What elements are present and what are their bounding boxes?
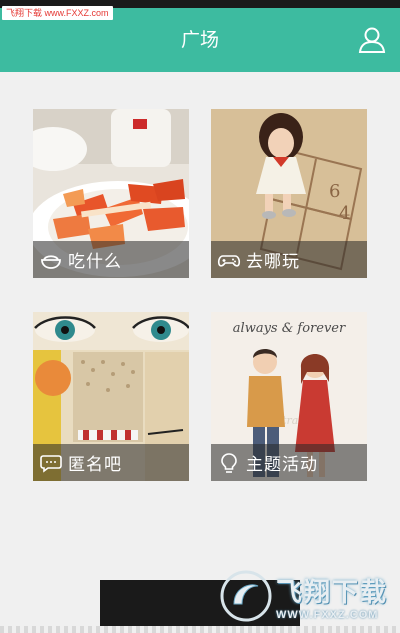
tile-label: 匿名吧: [68, 455, 122, 475]
tile-eat[interactable]: 吃什么: [33, 109, 189, 278]
watermark-brand-text: 飞翔下载: [276, 577, 389, 608]
tile-caption: 匿名吧: [33, 444, 189, 481]
svg-text:4: 4: [339, 203, 350, 224]
chat-bubble-icon: [40, 454, 62, 473]
tile-label: 去哪玩: [246, 252, 300, 272]
art-caption-forever: always & forever: [233, 321, 346, 336]
tile-caption: 去哪玩: [211, 241, 367, 278]
watermark-brand: 飞翔下载 WWW.FXXZ.COM: [220, 568, 392, 624]
watermark-url: WWW.FXXZ.COM: [276, 608, 379, 621]
gamepad-icon: [217, 254, 241, 267]
tile-caption: 吃什么: [33, 241, 189, 278]
tile-theme-events[interactable]: always & forever Illustration 主题活动: [211, 312, 367, 481]
brand-logo: [220, 570, 272, 622]
svg-text:6: 6: [329, 181, 340, 202]
tile-play[interactable]: 6 4 去哪玩: [211, 109, 367, 278]
watermark-top-left: 飞翔下载 www.FXXZ.com: [2, 6, 113, 20]
profile-button[interactable]: [354, 22, 390, 58]
user-icon: [358, 27, 386, 53]
lightbulb-icon: [221, 452, 237, 473]
tile-label: 主题活动: [246, 455, 318, 475]
tile-caption: 主题活动: [211, 444, 367, 481]
bowl-icon: [41, 254, 61, 269]
tile-label: 吃什么: [68, 252, 122, 272]
bottom-edge-strip: [0, 626, 400, 633]
tile-anonymous[interactable]: 匿名吧: [33, 312, 189, 481]
